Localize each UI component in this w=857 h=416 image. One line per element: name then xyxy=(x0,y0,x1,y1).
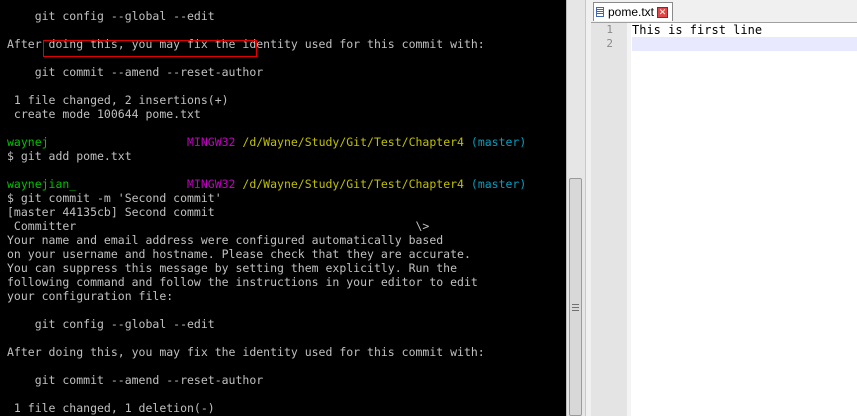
terminal-text: create mode 100644 pome.txt xyxy=(7,107,201,121)
terminal-line: Your name and email address were configu… xyxy=(7,233,566,247)
terminal-text: git config --global --edit xyxy=(7,9,215,23)
terminal-line: $ git add pome.txt xyxy=(7,149,566,163)
terminal-line: create mode 100644 pome.txt xyxy=(7,107,566,121)
terminal-line: git config --global --edit xyxy=(7,9,566,23)
terminal-scrollbar[interactable] xyxy=(566,0,585,416)
terminal-text: $ git add pome.txt xyxy=(7,149,132,163)
terminal-line: git commit --amend --reset-author xyxy=(7,373,566,387)
terminal-window[interactable]: git config --global --edit After doing th… xyxy=(0,0,566,416)
terminal-line: on your username and hostname. Please ch… xyxy=(7,247,566,261)
terminal-line: git commit --amend --reset-author xyxy=(7,65,566,79)
grip-icon xyxy=(572,304,579,311)
terminal-text: (master) xyxy=(470,135,527,149)
terminal-text: your configuration file: xyxy=(7,289,174,303)
scrollbar-thumb[interactable] xyxy=(569,178,582,416)
terminal-line: git config --global --edit xyxy=(7,317,566,331)
line-number: 1 xyxy=(606,23,613,36)
terminal-text: 1 file changed, 2 insertions(+) xyxy=(7,93,229,107)
terminal-line: 1 file changed, 1 deletion(-) xyxy=(7,401,566,415)
close-icon[interactable]: ✕ xyxy=(657,6,669,18)
terminal-line: your configuration file: xyxy=(7,289,566,303)
tab-label: pome.txt xyxy=(608,5,655,19)
terminal-text: git config --global --edit xyxy=(7,317,215,331)
terminal-text: git commit --amend --reset-author xyxy=(7,373,264,387)
highlight-box xyxy=(43,40,257,57)
terminal-text: After doing this, you may fix the identi… xyxy=(7,345,485,359)
terminal-text: (master) xyxy=(470,177,527,191)
editor-tab-bar: pome.txt ✕ xyxy=(591,0,857,23)
terminal-line: [master 44135cb] Second commit xyxy=(7,205,566,219)
tab-pome-txt[interactable]: pome.txt ✕ xyxy=(593,2,674,21)
terminal-line: waynejian_ MINGW32 /d/Wayne/Study/Git/Te… xyxy=(7,177,566,191)
current-code-line[interactable] xyxy=(632,37,857,51)
line-number-gutter: 1 2 xyxy=(591,23,627,416)
terminal-text: MINGW32 xyxy=(187,135,243,149)
terminal-text: Your name and email address were configu… xyxy=(7,233,444,247)
terminal-text: [master 44135cb] Second commit xyxy=(7,205,215,219)
terminal-text: 1 file changed, 1 deletion(-) xyxy=(7,401,215,415)
terminal-text: waynej xyxy=(7,135,188,149)
terminal-line: $ git commit -m 'Second commit' xyxy=(7,191,566,205)
terminal-text: /d/Wayne/Study/Git/Test/Chapter4 xyxy=(242,135,471,149)
code-line[interactable]: This is first line xyxy=(632,23,857,37)
terminal-line: Committer \> xyxy=(7,219,566,233)
terminal-text: $ git commit -m 'Second commit' xyxy=(7,191,222,205)
terminal-text: Committer \> xyxy=(7,219,430,233)
terminal-line: You can suppress this message by setting… xyxy=(7,261,566,275)
line-number: 2 xyxy=(606,37,613,50)
terminal-text: You can suppress this message by setting… xyxy=(7,261,458,275)
terminal-text: following command and follow the instruc… xyxy=(7,275,478,289)
terminal-text: on your username and hostname. Please ch… xyxy=(7,247,471,261)
text-editor[interactable]: pome.txt ✕ 1 2 This is first line xyxy=(591,0,857,416)
code-area[interactable]: This is first line xyxy=(632,23,857,51)
fold-margin xyxy=(627,23,631,416)
document-icon xyxy=(596,6,605,18)
terminal-text: MINGW32 xyxy=(187,177,243,191)
terminal-line: waynej MINGW32 /d/Wayne/Study/Git/Test/C… xyxy=(7,135,566,149)
terminal-line: 1 file changed, 2 insertions(+) xyxy=(7,93,566,107)
terminal-text: waynejian_ xyxy=(7,177,188,191)
terminal-text: git commit --amend --reset-author xyxy=(7,65,264,79)
terminal-output: git config --global --edit After doing th… xyxy=(7,0,566,415)
terminal-line: following command and follow the instruc… xyxy=(7,275,566,289)
terminal-line: After doing this, you may fix the identi… xyxy=(7,345,566,359)
terminal-text: /d/Wayne/Study/Git/Test/Chapter4 xyxy=(242,177,471,191)
